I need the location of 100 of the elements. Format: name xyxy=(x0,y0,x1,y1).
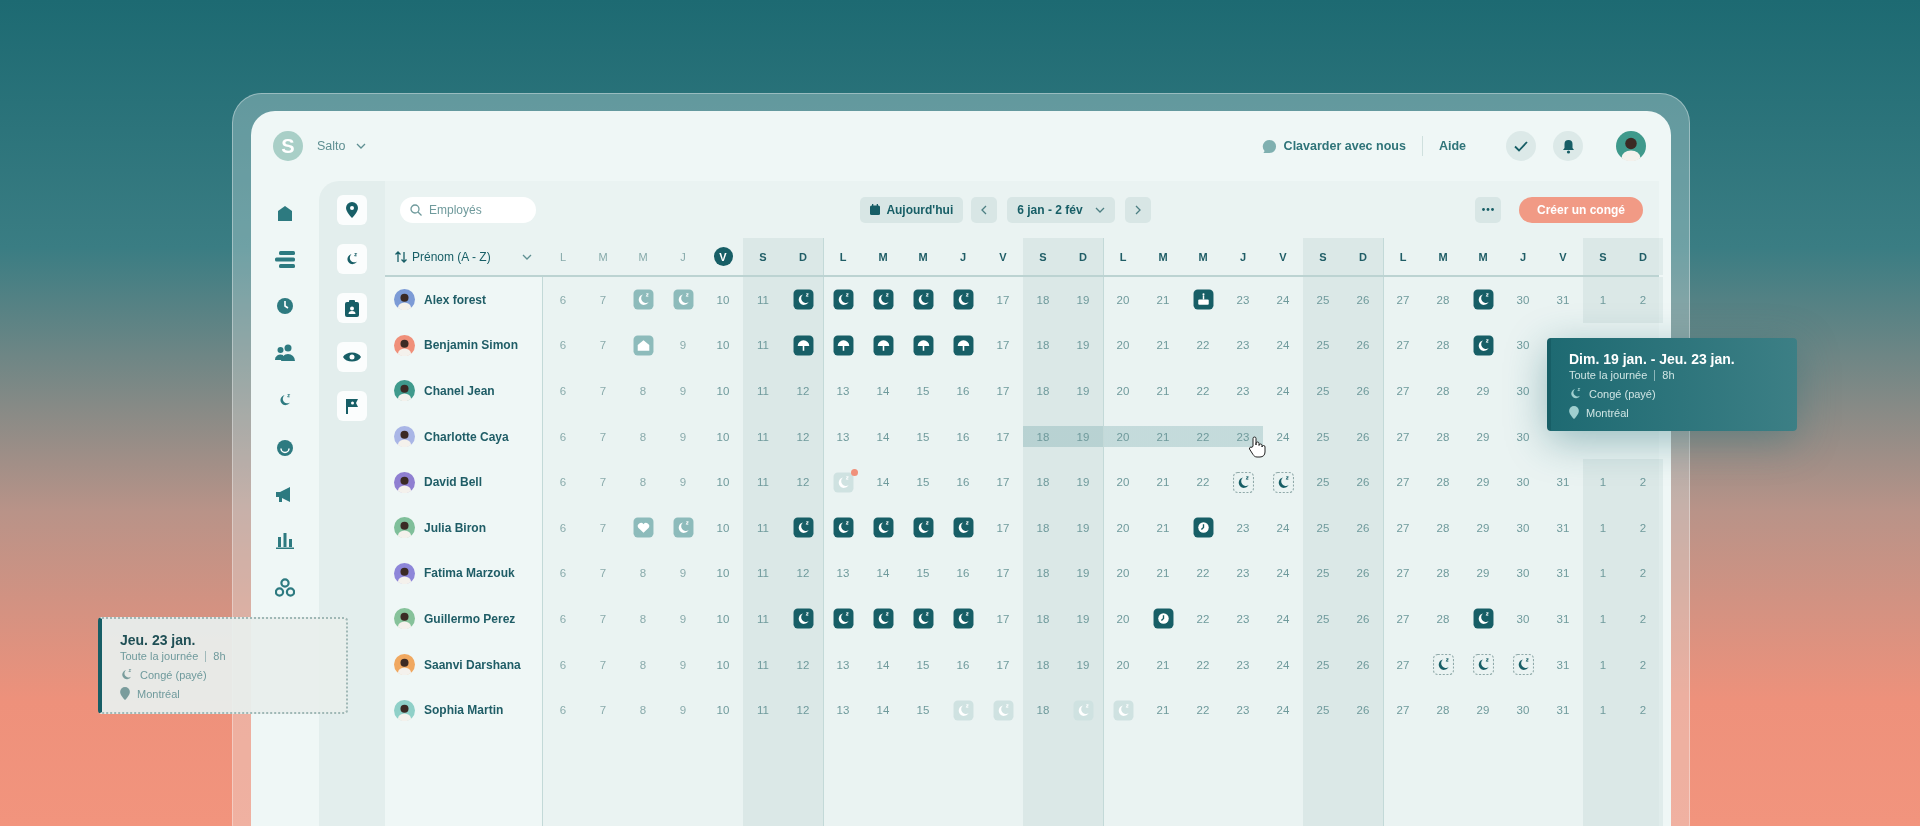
day-cell[interactable]: 2 xyxy=(1623,459,1663,505)
day-cell[interactable]: 11 xyxy=(743,687,783,733)
day-cell[interactable]: 6 xyxy=(543,641,583,688)
day-cell[interactable]: 21 xyxy=(1143,277,1183,323)
day-cell[interactable]: 21 xyxy=(1143,322,1183,369)
day-cell[interactable]: 11 xyxy=(743,368,783,414)
day-cell[interactable]: 15 xyxy=(903,459,943,505)
day-cell[interactable]: 26 xyxy=(1343,550,1383,597)
day-cell[interactable]: 19 xyxy=(1063,459,1103,505)
day-cell[interactable]: 12 xyxy=(783,413,823,460)
day-cell[interactable]: 23 xyxy=(1223,322,1263,369)
moon-icon[interactable] xyxy=(872,289,894,311)
day-cell[interactable]: 17 xyxy=(983,641,1023,688)
day-cell[interactable]: 28 xyxy=(1423,459,1463,505)
clock-icon[interactable] xyxy=(276,297,294,315)
day-cell[interactable]: 12 xyxy=(783,550,823,597)
day-cell[interactable]: 31 xyxy=(1543,596,1583,642)
day-cell[interactable]: 21 xyxy=(1143,368,1183,414)
day-cell[interactable]: 28 xyxy=(1423,413,1463,460)
day-cell[interactable]: 18 xyxy=(1023,368,1063,414)
day-cell[interactable]: 16 xyxy=(943,641,983,688)
day-cell[interactable]: 1 xyxy=(1583,277,1623,323)
day-cell[interactable]: 11 xyxy=(743,322,783,369)
day-cell[interactable]: 27 xyxy=(1383,504,1423,551)
day-cell[interactable]: 11 xyxy=(743,413,783,460)
day-cell[interactable]: 29 xyxy=(1463,413,1503,460)
badge-filter-button[interactable] xyxy=(337,293,367,323)
day-cell[interactable]: 1 xyxy=(1583,504,1623,551)
day-cell[interactable]: 18 xyxy=(1023,596,1063,642)
day-cell[interactable]: 12 xyxy=(783,641,823,688)
day-cell[interactable]: 24 xyxy=(1263,550,1303,597)
moon-icon[interactable] xyxy=(912,608,934,630)
day-cell[interactable]: 22 xyxy=(1183,459,1223,505)
employee-name[interactable]: Saanvi Darshana xyxy=(424,657,521,672)
visibility-button[interactable] xyxy=(337,342,367,372)
day-cell[interactable]: 20 xyxy=(1103,322,1143,369)
employee-name[interactable]: Guillermo Perez xyxy=(424,611,516,626)
day-cell[interactable]: 1 xyxy=(1583,687,1623,733)
umbrella-icon[interactable] xyxy=(832,334,854,356)
today-button[interactable]: Aujourd'hui xyxy=(860,196,964,223)
day-cell[interactable]: 26 xyxy=(1343,459,1383,505)
employee-name[interactable]: Benjamin Simon xyxy=(424,338,518,353)
day-cell[interactable]: 1 xyxy=(1583,596,1623,642)
day-cell[interactable]: 28 xyxy=(1423,504,1463,551)
day-cell[interactable]: 21 xyxy=(1143,504,1183,551)
day-cell[interactable]: 7 xyxy=(583,504,623,551)
bar-chart-icon[interactable] xyxy=(276,532,294,549)
day-cell[interactable]: 12 xyxy=(783,687,823,733)
day-cell[interactable]: 14 xyxy=(863,550,903,597)
moon-icon[interactable] xyxy=(912,517,934,539)
day-cell[interactable]: 10 xyxy=(703,277,743,323)
day-cell[interactable]: 10 xyxy=(703,413,743,460)
day-cell[interactable]: 10 xyxy=(703,550,743,597)
home-icon[interactable] xyxy=(276,204,294,222)
moon-icon[interactable] xyxy=(1432,654,1454,676)
day-cell[interactable]: 6 xyxy=(543,368,583,414)
day-cell[interactable]: 29 xyxy=(1463,368,1503,414)
day-cell[interactable]: 29 xyxy=(1463,504,1503,551)
day-cell[interactable]: 8 xyxy=(623,368,663,414)
day-cell[interactable]: 13 xyxy=(823,550,863,597)
location-filter-button[interactable] xyxy=(337,195,367,225)
day-cell[interactable]: 15 xyxy=(903,550,943,597)
day-cell[interactable]: 10 xyxy=(703,596,743,642)
day-cell[interactable]: 23 xyxy=(1223,687,1263,733)
day-cell[interactable]: 17 xyxy=(983,413,1023,460)
day-cell[interactable]: 20 xyxy=(1103,596,1143,642)
day-cell[interactable]: 30 xyxy=(1503,550,1543,597)
day-cell[interactable]: 8 xyxy=(623,550,663,597)
day-cell[interactable]: 31 xyxy=(1543,277,1583,323)
day-cell[interactable]: 21 xyxy=(1143,459,1183,505)
day-cell[interactable]: 14 xyxy=(863,687,903,733)
day-cell[interactable]: 31 xyxy=(1543,504,1583,551)
day-cell[interactable]: 18 xyxy=(1023,550,1063,597)
day-cell[interactable]: 8 xyxy=(623,687,663,733)
day-cell[interactable]: 26 xyxy=(1343,687,1383,733)
day-cell[interactable]: 2 xyxy=(1623,504,1663,551)
create-leave-button[interactable]: Créer un congé xyxy=(1518,196,1643,223)
day-cell[interactable]: 30 xyxy=(1503,504,1543,551)
moon-icon[interactable] xyxy=(1472,654,1494,676)
day-cell[interactable]: 7 xyxy=(583,322,623,369)
day-cell[interactable]: 22 xyxy=(1183,368,1223,414)
day-cell[interactable]: 23 xyxy=(1223,277,1263,323)
smiley-icon[interactable] xyxy=(276,439,294,457)
day-cell[interactable]: 15 xyxy=(903,641,943,688)
day-cell[interactable]: 25 xyxy=(1303,596,1343,642)
day-cell[interactable]: 9 xyxy=(663,641,703,688)
day-cell[interactable]: 30 xyxy=(1503,459,1543,505)
day-cell[interactable]: 15 xyxy=(903,368,943,414)
day-cell[interactable]: 9 xyxy=(663,596,703,642)
day-cell[interactable]: 18 xyxy=(1023,641,1063,688)
day-cell[interactable]: 25 xyxy=(1303,368,1343,414)
logo[interactable]: S xyxy=(273,131,303,161)
moon-icon[interactable] xyxy=(1232,471,1254,493)
day-cell[interactable]: 7 xyxy=(583,368,623,414)
moon-icon[interactable] xyxy=(1512,654,1534,676)
moon-icon[interactable] xyxy=(1272,471,1294,493)
day-cell[interactable]: 31 xyxy=(1543,687,1583,733)
day-cell[interactable]: 30 xyxy=(1503,322,1543,369)
day-cell[interactable]: 10 xyxy=(703,687,743,733)
day-cell[interactable]: 6 xyxy=(543,459,583,505)
